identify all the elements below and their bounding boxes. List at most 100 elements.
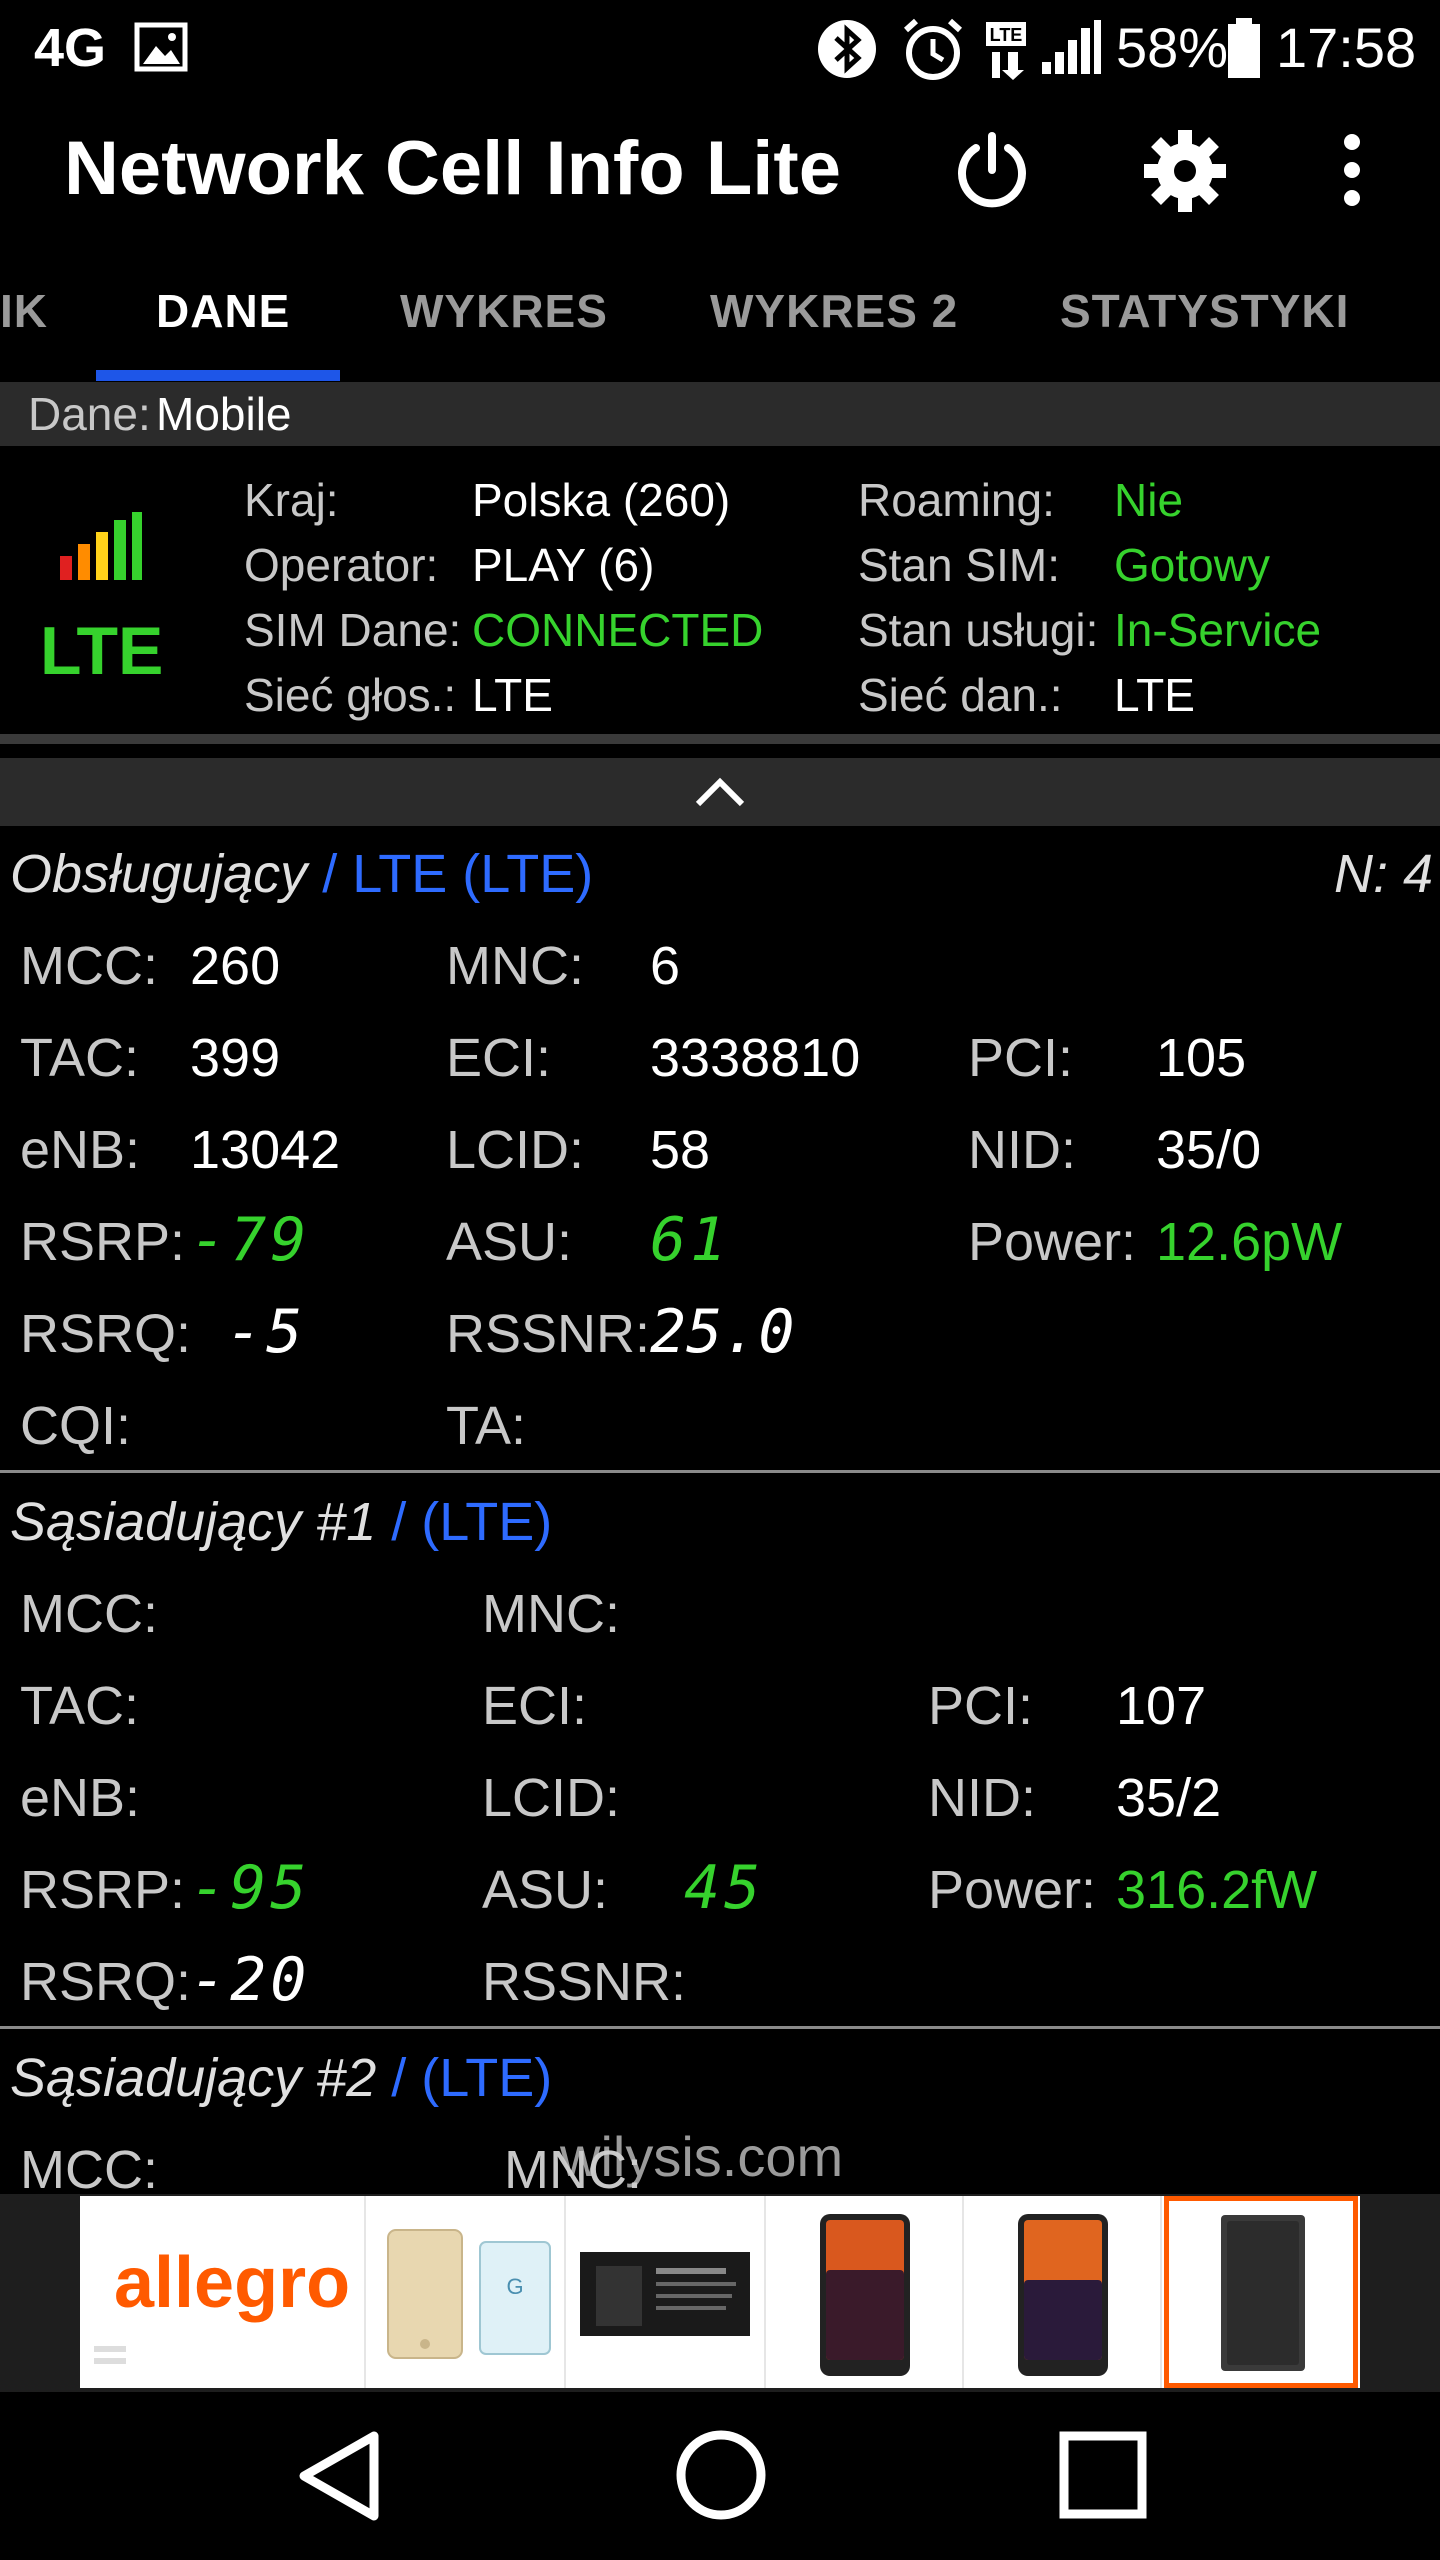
- app-title: Network Cell Info Lite: [64, 126, 841, 211]
- neighbor-1-asu-value: 45: [684, 1853, 765, 1923]
- tab-wykres-2[interactable]: WYKRES 2: [710, 268, 958, 380]
- ad-product-powerbank[interactable]: [1217, 2213, 1309, 2373]
- data-network-label: Sieć dan.:: [858, 669, 1063, 721]
- neighbor-1-mcc-label: MCC:: [20, 1584, 158, 1644]
- tab-dane[interactable]: DANE: [156, 268, 290, 380]
- neighbor-1-rsrq-label: RSRQ:: [20, 1952, 192, 2012]
- country-value: Polska (260): [472, 474, 731, 526]
- serving-rssnr-value: 25.0: [650, 1297, 795, 1367]
- serving-rsrq-value: -5: [226, 1297, 307, 1367]
- lte-data-icon: LTE: [986, 22, 1026, 80]
- ad-divider: [564, 2196, 566, 2388]
- neighbor-2-title: Sąsiadujący #2: [10, 2048, 377, 2108]
- serving-nid-value: 35/0: [1156, 1120, 1262, 1180]
- back-icon[interactable]: [292, 2428, 386, 2524]
- serving-cell-header: Obsługujący / LTE (LTE): [10, 842, 593, 906]
- serving-rsrp-label: RSRP:: [20, 1212, 186, 1272]
- serving-pci-label: PCI:: [968, 1028, 1074, 1088]
- data-source-label: Dane:: [28, 388, 151, 440]
- image-notification-icon: [134, 22, 188, 72]
- power-icon[interactable]: [952, 130, 1032, 210]
- operator-label: Operator:: [244, 539, 439, 591]
- ad-menu-icon: [94, 2346, 126, 2352]
- ad-product-phone-gold[interactable]: G: [380, 2224, 560, 2364]
- neighbor-count: N: 4: [1334, 844, 1434, 904]
- settings-gear-icon[interactable]: [1142, 128, 1228, 214]
- service-state-value: In-Service: [1114, 604, 1322, 656]
- neighbor-2-tech: (LTE): [421, 2048, 553, 2108]
- serving-lcid-value: 58: [650, 1120, 711, 1180]
- svg-text:G: G: [506, 2274, 523, 2299]
- neighbor-1-pci-label: PCI:: [928, 1676, 1034, 1736]
- serving-asu-value: 61: [650, 1205, 731, 1275]
- serving-tac-label: TAC:: [20, 1028, 139, 1088]
- neighbor-2-header: Sąsiadujący #2 / (LTE): [10, 2046, 552, 2110]
- ad-menu-icon-line: [94, 2358, 126, 2364]
- serving-ta-label: TA:: [446, 1396, 526, 1456]
- sim-data-value: CONNECTED: [472, 604, 764, 656]
- active-tab-indicator: [96, 370, 340, 381]
- tab-statystyki[interactable]: STATYSTYKI: [1060, 268, 1349, 380]
- serving-power-value: 12.6pW: [1156, 1212, 1343, 1272]
- ad-product-selected[interactable]: [1164, 2196, 1358, 2388]
- chevron-up-icon[interactable]: [694, 774, 746, 808]
- overflow-menu-icon[interactable]: [1332, 130, 1372, 210]
- ad-brand-logo[interactable]: allegro: [114, 2238, 350, 2328]
- ad-product-phone-black-1[interactable]: [800, 2210, 930, 2380]
- screen: 4G LTE 58% 17:58 Network Cell Info Lite …: [0, 0, 1440, 2560]
- serving-asu-label: ASU:: [446, 1212, 573, 1272]
- technology-badge: LTE: [40, 613, 164, 689]
- neighbor-2-mcc-label: MCC:: [20, 2140, 158, 2200]
- neighbor-1-lcid-label: LCID:: [482, 1768, 621, 1828]
- ad-banner[interactable]: allegro G: [80, 2196, 1360, 2388]
- sim-data-label: SIM Dane:: [244, 604, 462, 656]
- svg-text:LTE: LTE: [990, 25, 1023, 45]
- neighbor-1-mnc-label: MNC:: [482, 1584, 620, 1644]
- home-icon[interactable]: [674, 2428, 768, 2522]
- serving-pci-value: 105: [1156, 1028, 1247, 1088]
- neighbor-1-nid-label: NID:: [928, 1768, 1036, 1828]
- signal-strength-icon: [1042, 20, 1101, 74]
- serving-eci-value: 3338810: [650, 1028, 861, 1088]
- ad-divider: [1160, 2196, 1162, 2388]
- serving-mnc-label: MNC:: [446, 936, 584, 996]
- neighbor-1-pci-value: 107: [1116, 1676, 1207, 1736]
- ad-product-display[interactable]: [576, 2242, 756, 2342]
- roaming-value: Nie: [1114, 474, 1184, 526]
- network-type: 4G: [34, 18, 107, 78]
- country-label: Kraj:: [244, 474, 339, 526]
- neighbor-1-rssnr-label: RSSNR:: [482, 1952, 687, 2012]
- neighbor-1-power-label: Power:: [928, 1860, 1097, 1920]
- serving-cqi-label: CQI:: [20, 1396, 132, 1456]
- serving-cell-tech: LTE (LTE): [352, 844, 594, 904]
- serving-eci-label: ECI:: [446, 1028, 552, 1088]
- serving-rsrq-label: RSRQ:: [20, 1304, 192, 1364]
- battery-icon: [1228, 18, 1260, 78]
- clock: 17:58: [1276, 16, 1417, 79]
- data-source-value: Mobile: [156, 388, 292, 440]
- tab-wykres[interactable]: WYKRES: [400, 268, 608, 380]
- summary-divider: [0, 734, 1440, 744]
- ad-divider: [764, 2196, 766, 2388]
- serving-cell-title: Obsługujący: [10, 844, 308, 904]
- serving-rsrp-value: -79: [190, 1205, 311, 1275]
- ad-product-phone-black-2[interactable]: [988, 2210, 1128, 2380]
- serving-mnc-value: 6: [650, 936, 681, 996]
- service-state-label: Stan usługi:: [858, 604, 1099, 656]
- recents-icon[interactable]: [1058, 2430, 1148, 2520]
- tab-bar: IK DANE WYKRES WYKRES 2 STATYSTYKI: [0, 268, 1440, 380]
- navigation-bar: [0, 2392, 1440, 2560]
- collapse-bar[interactable]: [0, 758, 1440, 826]
- serving-mcc-label: MCC:: [20, 936, 158, 996]
- serving-enb-label: eNB:: [20, 1120, 141, 1180]
- serving-rssnr-label: RSSNR:: [446, 1304, 651, 1364]
- sim-state-label: Stan SIM:: [858, 539, 1060, 591]
- tab-ik[interactable]: IK: [0, 268, 48, 380]
- alarm-icon: [903, 18, 963, 80]
- neighbor-1-asu-label: ASU:: [482, 1860, 609, 1920]
- roaming-label: Roaming:: [858, 474, 1055, 526]
- sim-state-value: Gotowy: [1114, 539, 1270, 591]
- neighbor-1-rsrp-label: RSRP:: [20, 1860, 186, 1920]
- serving-mcc-value: 260: [190, 936, 281, 996]
- voice-network-label: Sieć głos.:: [244, 669, 457, 721]
